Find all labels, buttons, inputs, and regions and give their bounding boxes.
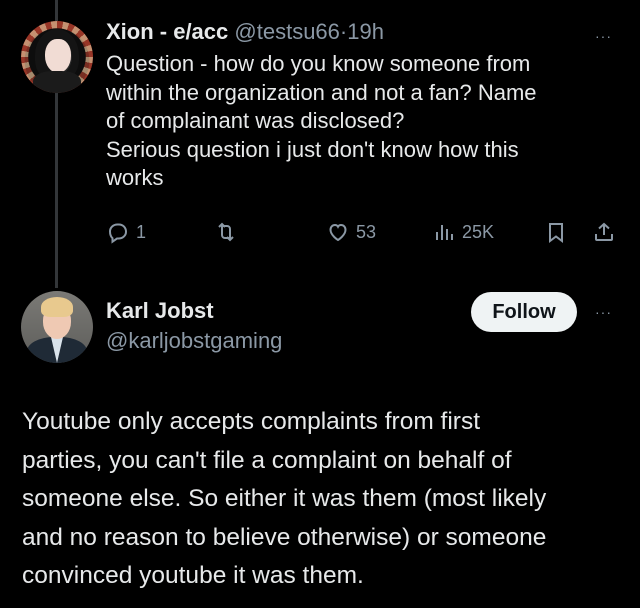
bookmark-button[interactable] (544, 220, 568, 244)
text-line: Question - how do you know someone from (106, 51, 531, 76)
text-line: within the organization and not a fan? N… (106, 79, 537, 105)
reply-count: 1 (136, 221, 147, 242)
display-name[interactable]: Xion - e/acc (106, 19, 228, 44)
share-icon (595, 222, 613, 241)
bookmark-icon (549, 223, 563, 243)
text-line: convinced youtube it was them. (22, 562, 364, 589)
avatar[interactable] (21, 21, 93, 93)
follow-button[interactable]: Follow (471, 292, 577, 332)
text-line: parties, you can't file a complaint on b… (22, 446, 512, 474)
views-button[interactable]: 25K (432, 220, 494, 244)
tweet-text: Youtube only accepts complaints from fir… (22, 403, 622, 596)
repost-button[interactable] (214, 220, 244, 244)
more-options-icon[interactable]: ··· (595, 304, 612, 320)
text-line: works (106, 165, 164, 190)
heart-icon (329, 223, 347, 242)
text-line: Serious question i just don't know how t… (106, 136, 519, 162)
tweet-text: Question - how do you know someone from … (106, 50, 616, 193)
like-button[interactable]: 53 (326, 220, 376, 244)
text-line: of complainant was disclosed? (106, 108, 405, 133)
text-line: someone else. So either it was them (mos… (22, 485, 547, 512)
handle[interactable]: @karljobstgaming (106, 328, 282, 354)
views-count: 25K (462, 221, 495, 242)
text-line: Youtube only accepts complaints from fir… (22, 408, 481, 435)
handle[interactable]: @testsu66 (234, 19, 340, 44)
avatar[interactable] (21, 291, 93, 363)
action-bar: 1 53 25K (106, 220, 626, 250)
tweet-header: Xion - e/acc @testsu66·19h (106, 18, 384, 46)
repost-icon (218, 222, 234, 242)
share-button[interactable] (592, 220, 616, 244)
reply-icon (108, 223, 128, 244)
text-line: and no reason to believe otherwise) or s… (22, 523, 547, 551)
more-options-icon[interactable]: ··· (595, 28, 612, 44)
views-icon (436, 225, 453, 240)
timestamp[interactable]: 19h (347, 19, 384, 44)
display-name[interactable]: Karl Jobst (106, 298, 214, 324)
like-count: 53 (356, 221, 377, 242)
reply-button[interactable]: 1 (106, 220, 146, 244)
